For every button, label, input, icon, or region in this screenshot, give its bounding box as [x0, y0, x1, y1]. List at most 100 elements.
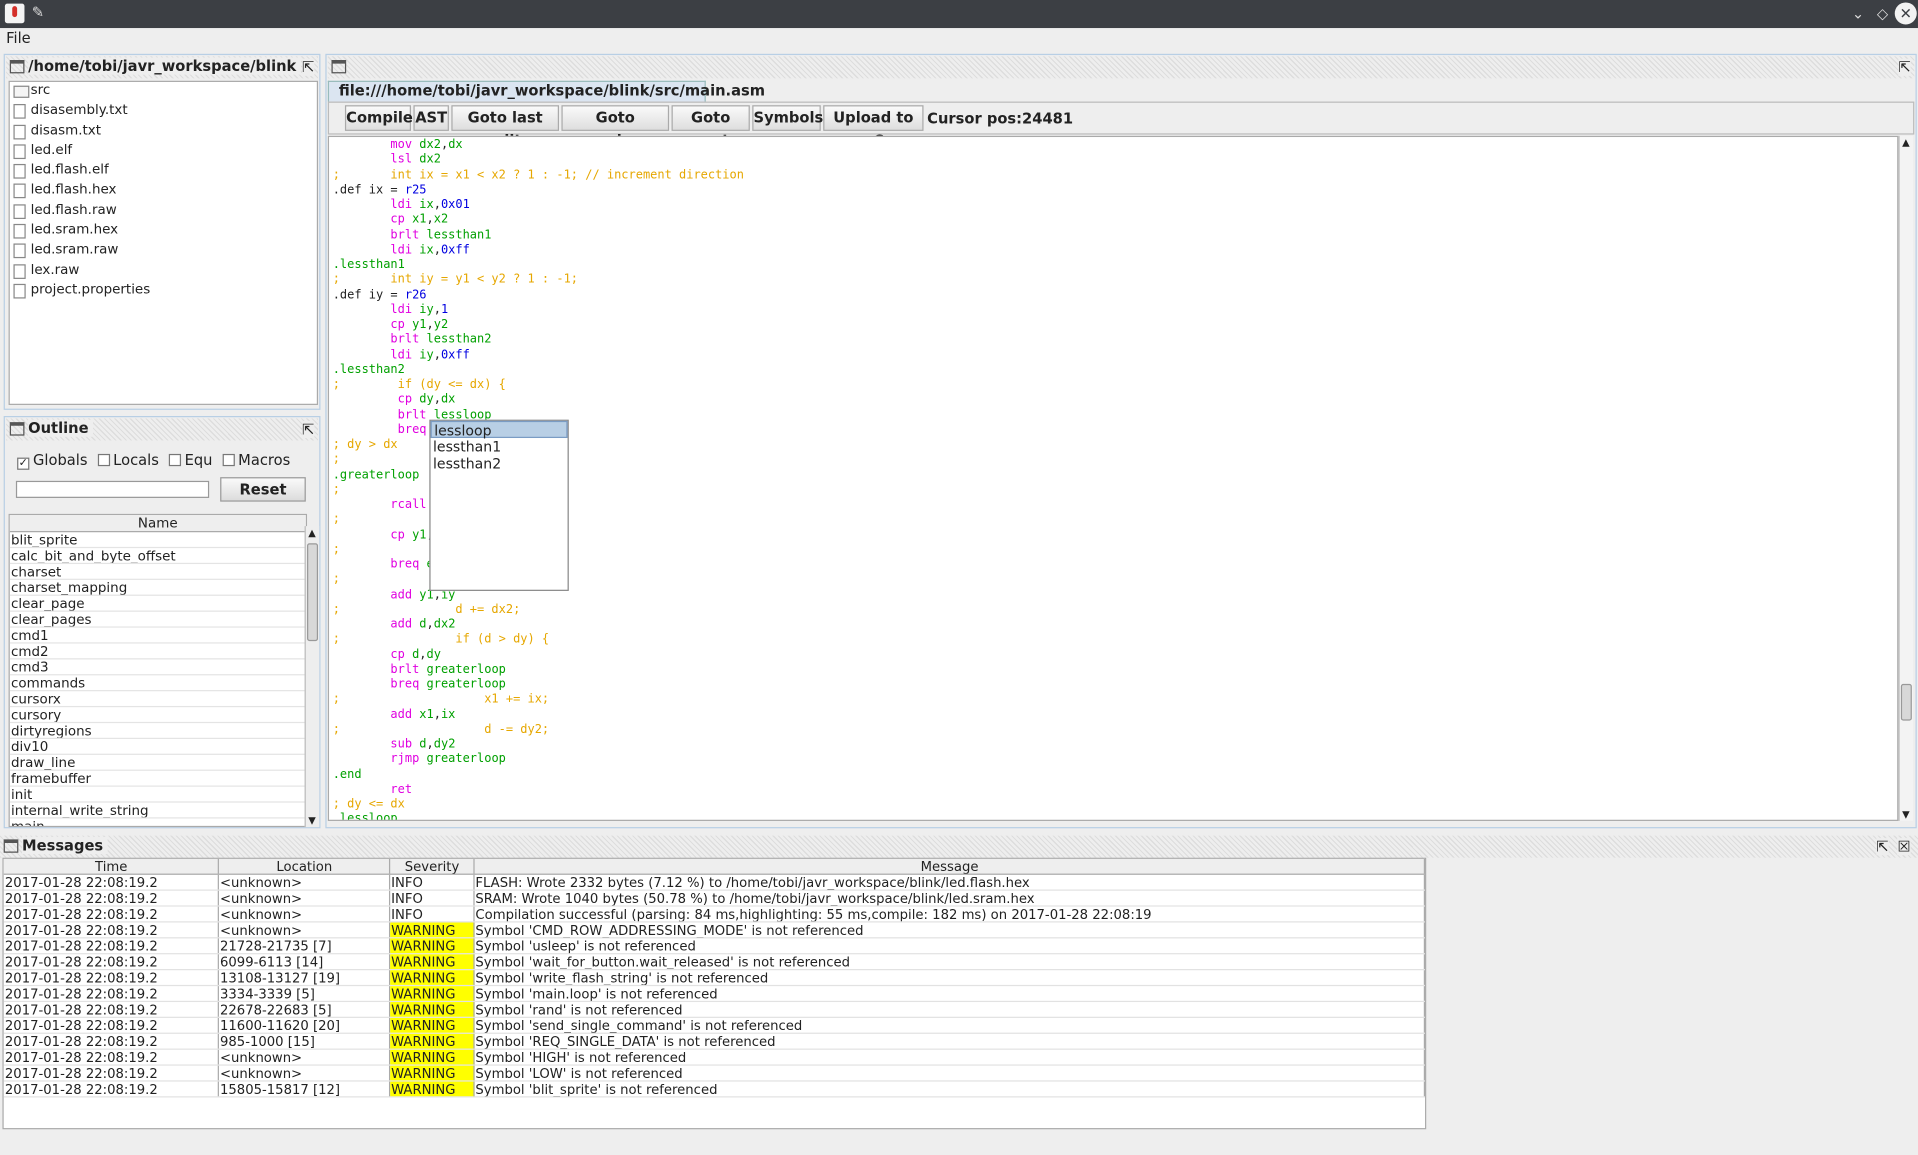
project-panel-header: /home/tobi/javr_workspace/blink ⇱: [6, 56, 319, 79]
message-location: 21728-21735 [7]: [219, 938, 390, 954]
file-tree-item[interactable]: led.flash.hex: [10, 182, 317, 202]
completion-item[interactable]: lessloop: [430, 420, 568, 439]
message-row[interactable]: 2017-01-28 22:08:19.2 <unknown> WARNING Sym…: [3, 922, 1426, 939]
close-panel-icon[interactable]: ☒: [1897, 838, 1911, 856]
file-tree-item[interactable]: led.elf: [10, 142, 317, 162]
file-tree-item[interactable]: disasm.txt: [10, 122, 317, 142]
filter-checkbox-globals[interactable]: ✓ Globals: [17, 451, 87, 470]
symbol-row[interactable]: init: [9, 787, 306, 803]
code-line: mov dx2,dx: [390, 138, 463, 152]
symbol-row[interactable]: commands: [9, 675, 306, 692]
messages-panel-header: Messages ⇱ ☒: [0, 835, 1918, 858]
goto-last-edit-button[interactable]: Goto last edit: [451, 105, 560, 149]
symbol-row[interactable]: charset: [9, 564, 306, 580]
window-icon: [331, 59, 347, 74]
checkbox-label: Macros: [238, 451, 291, 469]
maximize-panel-icon[interactable]: ⇱: [1898, 58, 1911, 76]
reset-button[interactable]: Reset: [220, 477, 306, 502]
column-header-message[interactable]: Message: [474, 858, 1426, 874]
symbol-row[interactable]: calc_bit_and_byte_offset: [9, 548, 306, 565]
ast-button[interactable]: AST: [413, 105, 449, 131]
completion-item[interactable]: lessthan2: [431, 455, 568, 472]
menu-file[interactable]: File: [6, 29, 31, 46]
message-message: Symbol 'wait_for_button.wait_released' i…: [474, 954, 1426, 970]
file-name: led.sram.raw: [30, 241, 119, 258]
symbol-row[interactable]: draw_line: [9, 755, 306, 771]
file-tree-item[interactable]: led.flash.raw: [10, 202, 317, 222]
file-name: disasembly.txt: [30, 101, 128, 118]
message-row[interactable]: 2017-01-28 22:08:19.2 22678-22683 [5] WARN…: [3, 1002, 1426, 1018]
file-tree-item[interactable]: led.sram.hex: [10, 222, 317, 242]
message-row[interactable]: 2017-01-28 22:08:19.2 6099-6113 [14] WARNI…: [3, 954, 1426, 971]
symbol-row[interactable]: charset_mapping: [9, 580, 306, 596]
code-line: brlt lessthan2: [390, 333, 492, 347]
symbol-row[interactable]: div10: [9, 739, 306, 755]
message-row[interactable]: 2017-01-28 22:08:19.2 <unknown> WARNING Sym…: [3, 1065, 1426, 1082]
file-tree-item[interactable]: src: [10, 82, 317, 102]
compile-button[interactable]: Compile: [344, 105, 413, 131]
message-message: FLASH: Wrote 2332 bytes (7.12 %) to /hom…: [474, 874, 1426, 890]
message-row[interactable]: 2017-01-28 22:08:19.2 985-1000 [15] WARNIN…: [3, 1033, 1426, 1050]
file-tree-item[interactable]: led.sram.raw: [10, 241, 317, 261]
maximize-panel-icon[interactable]: ⇱: [302, 58, 315, 76]
code-line: sub d,dy2: [390, 737, 456, 752]
symbol-row[interactable]: internal_write_string: [9, 803, 306, 819]
symbol-row[interactable]: clear_page: [9, 596, 306, 612]
symbol-row[interactable]: cmd3: [9, 659, 306, 676]
symbol-row[interactable]: clear_pages: [9, 612, 306, 628]
column-header-severity[interactable]: Severity: [390, 858, 475, 874]
message-severity: WARNING: [389, 986, 475, 1001]
message-row[interactable]: 2017-01-28 22:08:19.2 <unknown> WARNING Sym…: [3, 1049, 1426, 1066]
message-row[interactable]: 2017-01-28 22:08:19.2 13108-13127 [19] WAR…: [3, 970, 1426, 987]
column-header-time[interactable]: Time: [4, 858, 219, 874]
minimize-icon[interactable]: ⌄: [1847, 2, 1869, 24]
message-row[interactable]: 2017-01-28 22:08:19.2 3334-3339 [5] WARNIN…: [3, 986, 1426, 1003]
message-severity: WARNING: [389, 1065, 475, 1081]
symbol-row[interactable]: cursorx: [9, 691, 306, 708]
code-line: add d,dx2: [390, 617, 456, 632]
message-row[interactable]: 2017-01-28 22:08:19.2 15805-15817 [12] WAR…: [3, 1081, 1426, 1098]
filter-checkbox-equ[interactable]: Equ: [168, 451, 212, 469]
code-line: ; dy <= dx: [332, 797, 405, 812]
symbol-scrollbar[interactable]: ▲ ▼: [304, 526, 320, 828]
symbol-row[interactable]: cursory: [9, 707, 306, 724]
symbol-row[interactable]: cmd1: [9, 628, 306, 644]
maximize-panel-icon[interactable]: ⇱: [302, 420, 315, 439]
goto-previous-button[interactable]: Goto previous: [561, 105, 670, 149]
code-line: ldi ix,0xff: [390, 243, 470, 257]
pin-icon[interactable]: ✎: [32, 4, 44, 21]
symbols-button[interactable]: Symbols: [752, 105, 823, 131]
symbol-table-header[interactable]: Name: [9, 515, 306, 533]
close-icon[interactable]: ✕: [1894, 2, 1917, 25]
autocomplete-popup[interactable]: lessloop lessthan1 lessthan2: [429, 419, 569, 591]
file-tree-item[interactable]: lex.raw: [10, 261, 317, 281]
goto-next-button[interactable]: Goto next: [671, 105, 750, 149]
file-tree-item[interactable]: disasembly.txt: [10, 102, 317, 122]
symbol-row[interactable]: framebuffer: [9, 771, 306, 787]
message-row[interactable]: 2017-01-28 22:08:19.2 <unknown> INFO SRAM: …: [3, 890, 1426, 907]
symbol-row[interactable]: dirtyregions: [9, 723, 306, 739]
symbol-row[interactable]: cmd2: [9, 644, 306, 660]
file-tree-item[interactable]: led.flash.elf: [10, 162, 317, 182]
column-header-location[interactable]: Location: [219, 858, 390, 874]
symbol-row[interactable]: blit_sprite: [9, 532, 306, 549]
message-time: 2017-01-28 22:08:19.2: [4, 986, 219, 1001]
filter-checkbox-locals[interactable]: Locals: [97, 451, 159, 469]
message-message: Symbol 'usleep' is not referenced: [474, 938, 1426, 954]
message-row[interactable]: 2017-01-28 22:08:19.2 21728-21735 [7] WARN…: [3, 938, 1426, 955]
message-row[interactable]: 2017-01-28 22:08:19.2 <unknown> INFO Compil…: [3, 906, 1426, 923]
upload-button[interactable]: Upload to uC: [823, 105, 924, 149]
symbol-row[interactable]: main: [10, 819, 306, 826]
filter-checkbox-macros[interactable]: Macros: [222, 451, 291, 469]
file-tree-item[interactable]: project.properties: [10, 281, 317, 301]
message-row[interactable]: 2017-01-28 22:08:19.2 11600-11620 [20] WAR…: [3, 1017, 1426, 1034]
completion-item[interactable]: lessthan1: [431, 438, 568, 455]
message-row[interactable]: 2017-01-28 22:08:19.2 <unknown> INFO FLASH:…: [3, 874, 1426, 891]
tab-main-asm[interactable]: file:///home/tobi/javr_workspace/blink/s…: [327, 80, 765, 102]
maximize-icon[interactable]: ◇: [1871, 2, 1893, 24]
message-severity: WARNING: [389, 922, 475, 938]
maximize-panel-icon[interactable]: ⇱: [1876, 838, 1889, 856]
editor-scrollbar[interactable]: ▲ ▼: [1898, 135, 1914, 821]
message-message: Symbol 'REQ_SINGLE_DATA' is not referenc…: [474, 1033, 1426, 1049]
outline-filter-input[interactable]: [15, 480, 210, 498]
